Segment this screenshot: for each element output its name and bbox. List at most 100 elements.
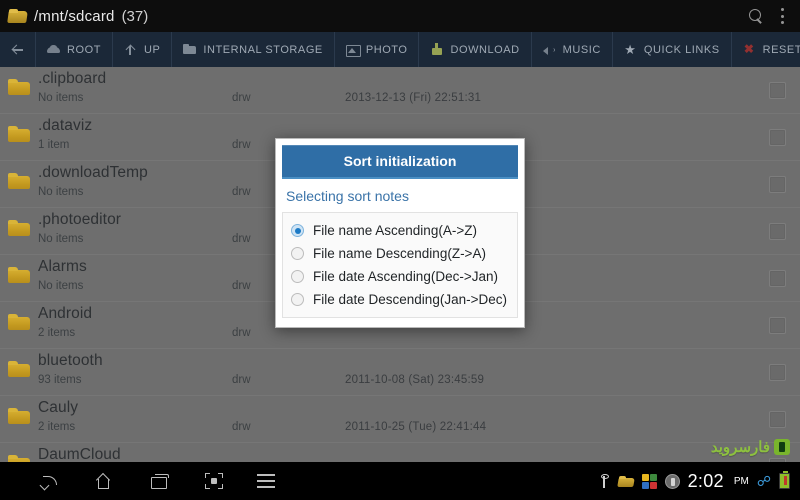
sort-option-file-date-descending[interactable]: File date Descending(Jan->Dec) xyxy=(291,288,511,311)
folder-icon xyxy=(618,475,634,487)
screen-capture-icon[interactable] xyxy=(205,473,223,489)
radio-icon[interactable] xyxy=(291,270,304,283)
title-bar: /mnt/sdcard (37) xyxy=(0,0,800,32)
row-checkbox[interactable] xyxy=(769,129,786,146)
home-icon[interactable] xyxy=(95,472,116,490)
folder-icon xyxy=(8,361,30,378)
table-row[interactable]: .clipboard No items drw 2013-12-13 (Fri)… xyxy=(0,67,800,114)
file-name: .dataviz xyxy=(38,117,93,134)
file-name: bluetooth xyxy=(38,352,103,369)
toolbar-item-music[interactable]: MUSIC xyxy=(532,32,613,67)
file-item-count: No items xyxy=(38,280,84,292)
file-permissions: drw xyxy=(232,374,251,386)
row-checkbox[interactable] xyxy=(769,270,786,287)
root-icon xyxy=(47,43,60,56)
file-item-count: No items xyxy=(38,233,84,245)
option-label: File date Descending(Jan->Dec) xyxy=(313,292,507,307)
folder-icon xyxy=(8,220,30,237)
file-date: 2011-10-08 (Sat) 23:45:59 xyxy=(345,374,485,386)
file-name: Cauly xyxy=(38,399,79,416)
file-permissions: drw xyxy=(232,92,251,104)
toolbar-label: QUICK LINKS xyxy=(643,43,720,56)
option-label: File name Ascending(A->Z) xyxy=(313,223,477,238)
toolbar-item-root[interactable]: ROOT xyxy=(36,32,113,67)
row-checkbox[interactable] xyxy=(769,364,786,381)
dialog-title: Sort initialization xyxy=(282,145,518,179)
clock-ampm: PM xyxy=(733,475,749,487)
search-icon[interactable] xyxy=(749,8,764,24)
sort-option-file-date-ascending[interactable]: File date Ascending(Dec->Jan) xyxy=(291,265,511,288)
sort-options-group: File name Ascending(A->Z) File name Desc… xyxy=(282,212,518,318)
system-nav-buttons xyxy=(0,472,278,490)
radio-icon[interactable] xyxy=(291,293,304,306)
folder-icon xyxy=(8,267,30,284)
navigation-toolbar: ROOT UP INTERNAL STORAGE PHOTO DOWNLOAD … xyxy=(0,32,800,67)
toolbar-item-reset-search[interactable]: ✖ RESET SEARCH xyxy=(732,32,800,67)
menu-icon[interactable] xyxy=(257,472,278,490)
clock: 2:02 xyxy=(687,470,724,491)
toolbar-label: RESET SEARCH xyxy=(762,43,800,56)
file-permissions: drw xyxy=(232,233,251,245)
toolbar-label: DOWNLOAD xyxy=(450,43,520,56)
row-checkbox[interactable] xyxy=(769,82,786,99)
file-name: .clipboard xyxy=(38,70,107,87)
file-item-count: No items xyxy=(38,186,84,198)
watermark-badge-icon xyxy=(774,439,790,455)
toolbar-item-up[interactable]: UP xyxy=(113,32,173,67)
watermark-text: فارسروید xyxy=(710,439,770,456)
battery-icon xyxy=(779,470,790,489)
photo-icon xyxy=(345,43,361,57)
toolbar-back-button[interactable] xyxy=(0,32,36,67)
dialog-subtitle: Selecting sort notes xyxy=(286,188,409,204)
file-name: .downloadTemp xyxy=(38,164,148,181)
apps-icon xyxy=(641,473,657,489)
toolbar-item-download[interactable]: DOWNLOAD xyxy=(419,32,532,67)
file-name: Android xyxy=(38,305,93,322)
watermark: فارسروید xyxy=(711,438,790,456)
row-checkbox[interactable] xyxy=(769,176,786,193)
file-name: Alarms xyxy=(38,258,87,275)
toolbar-item-internal-storage[interactable]: INTERNAL STORAGE xyxy=(172,32,335,67)
title-bar-actions xyxy=(749,8,792,24)
table-row[interactable]: bluetooth 93 items drw 2011-10-08 (Sat) … xyxy=(0,349,800,396)
page-title: /mnt/sdcard xyxy=(34,7,115,25)
file-date: 2011-10-25 (Tue) 22:41:44 xyxy=(345,421,487,433)
status-icons: 2:02 PM ☍ xyxy=(599,470,800,492)
option-label: File name Descending(Z->A) xyxy=(313,246,486,261)
file-name: .photoeditor xyxy=(38,211,122,228)
row-checkbox[interactable] xyxy=(769,223,786,240)
row-checkbox[interactable] xyxy=(769,317,786,334)
option-label: File date Ascending(Dec->Jan) xyxy=(313,269,498,284)
sort-dialog: Sort initialization Selecting sort notes… xyxy=(275,138,525,328)
toolbar-item-quick-links[interactable]: ★ QUICK LINKS xyxy=(613,32,732,67)
toolbar-label: MUSIC xyxy=(562,43,601,56)
sort-option-file-name-ascending[interactable]: File name Ascending(A->Z) xyxy=(291,219,511,242)
toolbar-item-photo[interactable]: PHOTO xyxy=(335,32,420,67)
folder-icon xyxy=(183,43,197,56)
bluetooth-icon: ☍ xyxy=(756,473,771,489)
music-icon xyxy=(542,43,556,56)
toolbar-label: UP xyxy=(143,43,161,56)
radio-icon[interactable] xyxy=(291,247,304,260)
sort-option-file-name-descending[interactable]: File name Descending(Z->A) xyxy=(291,242,511,265)
file-item-count: 1 item xyxy=(38,139,70,151)
back-icon[interactable] xyxy=(40,472,61,490)
item-count: (37) xyxy=(121,7,149,25)
file-item-count: 2 items xyxy=(38,327,76,339)
folder-icon xyxy=(8,79,30,96)
file-permissions: drw xyxy=(232,327,251,339)
star-icon: ★ xyxy=(624,42,637,57)
overflow-menu-icon[interactable] xyxy=(780,8,784,24)
download-icon xyxy=(430,43,443,56)
folder-icon xyxy=(8,126,30,143)
recents-icon[interactable] xyxy=(150,472,171,490)
file-permissions: drw xyxy=(232,280,251,292)
row-checkbox[interactable] xyxy=(769,411,786,428)
file-permissions: drw xyxy=(232,186,251,198)
sync-icon xyxy=(664,473,680,489)
file-item-count: 2 items xyxy=(38,421,76,433)
file-permissions: drw xyxy=(232,139,251,151)
table-row[interactable]: Cauly 2 items drw 2011-10-25 (Tue) 22:41… xyxy=(0,396,800,443)
radio-icon[interactable] xyxy=(291,224,304,237)
usb-icon xyxy=(599,473,610,489)
